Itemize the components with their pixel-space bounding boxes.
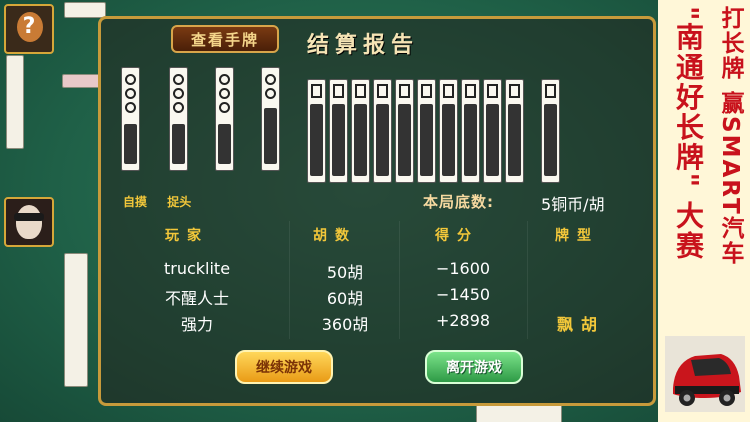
bg-tile	[64, 253, 88, 387]
score: −1600	[435, 259, 491, 278]
hand-tile	[169, 67, 188, 171]
hand-tile	[307, 79, 326, 183]
win-types: 自摸 捉头	[123, 193, 207, 210]
table-row: trucklite 50胡 −1600	[113, 257, 641, 283]
hand-tile	[541, 79, 560, 183]
bg-tile	[476, 404, 562, 422]
score: −1450	[435, 285, 491, 304]
table-row: 不醒人士 60胡 −1450	[113, 283, 641, 309]
hand-tile	[121, 67, 140, 171]
hand-tile	[261, 67, 280, 171]
hand-tile	[439, 79, 458, 183]
hand-tile	[461, 79, 480, 183]
hand-tile	[505, 79, 524, 183]
view-hand-button[interactable]: 查看手牌	[171, 25, 279, 53]
player-top-avatar[interactable]: ?	[4, 4, 54, 54]
hand-tile	[373, 79, 392, 183]
report-title: 结算报告	[307, 33, 420, 58]
hand-tile	[417, 79, 436, 183]
masked-face-avatar-icon	[16, 205, 42, 239]
smart-car-icon	[665, 336, 745, 412]
winning-hand	[115, 63, 560, 183]
game-board: ? 查看手牌 结算报告 自摸 捉头 本局底数: 5铜币/胡 玩家 胡数 得分 牌…	[0, 0, 658, 422]
hu-count: 60胡	[326, 289, 364, 308]
hand-tile	[351, 79, 370, 183]
continue-game-button[interactable]: 继续游戏	[235, 350, 333, 384]
ad-banner[interactable]: 打长牌 赢SMART汽车 "南通好长牌" 大赛	[658, 0, 750, 422]
hand-tile	[215, 67, 234, 171]
header-player: 玩家	[165, 228, 209, 244]
player-left-avatar[interactable]	[4, 197, 54, 247]
score: +2898	[435, 311, 491, 330]
hu-count: 50胡	[326, 263, 364, 282]
hu-count: 360胡	[321, 315, 369, 334]
base-stake-value: 5铜币/胡	[541, 195, 605, 214]
settlement-report-dialog: 查看手牌 结算报告 自摸 捉头 本局底数: 5铜币/胡 玩家 胡数 得分 牌型 …	[98, 16, 656, 406]
player-name: 强力	[180, 315, 213, 334]
player-name: trucklite	[163, 259, 231, 278]
player-name: 不醒人士	[164, 289, 229, 308]
hand-tile	[483, 79, 502, 183]
hand-type: 飘胡	[556, 315, 605, 334]
header-hu: 胡数	[313, 228, 357, 244]
bg-tile	[6, 55, 24, 149]
hand-tile	[395, 79, 414, 183]
table-row: 强力 360胡 +2898 飘胡	[113, 309, 641, 335]
bg-tile	[62, 74, 100, 88]
win-type-label: 自摸	[123, 195, 148, 209]
header-score: 得分	[435, 228, 479, 244]
hand-tile	[329, 79, 348, 183]
ad-line-2: "南通好长牌" 大赛	[672, 6, 705, 261]
win-type-label: 捉头	[167, 195, 192, 209]
leave-game-button[interactable]: 离开游戏	[425, 350, 523, 384]
header-hand-type: 牌型	[555, 228, 599, 244]
ad-line-1: 打长牌 赢SMART汽车	[717, 6, 743, 266]
base-stake-label: 本局底数:	[423, 193, 494, 211]
score-table: 玩家 胡数 得分 牌型 trucklite 50胡 −1600 不醒人士 60胡…	[113, 221, 641, 339]
bg-tile	[64, 2, 106, 18]
